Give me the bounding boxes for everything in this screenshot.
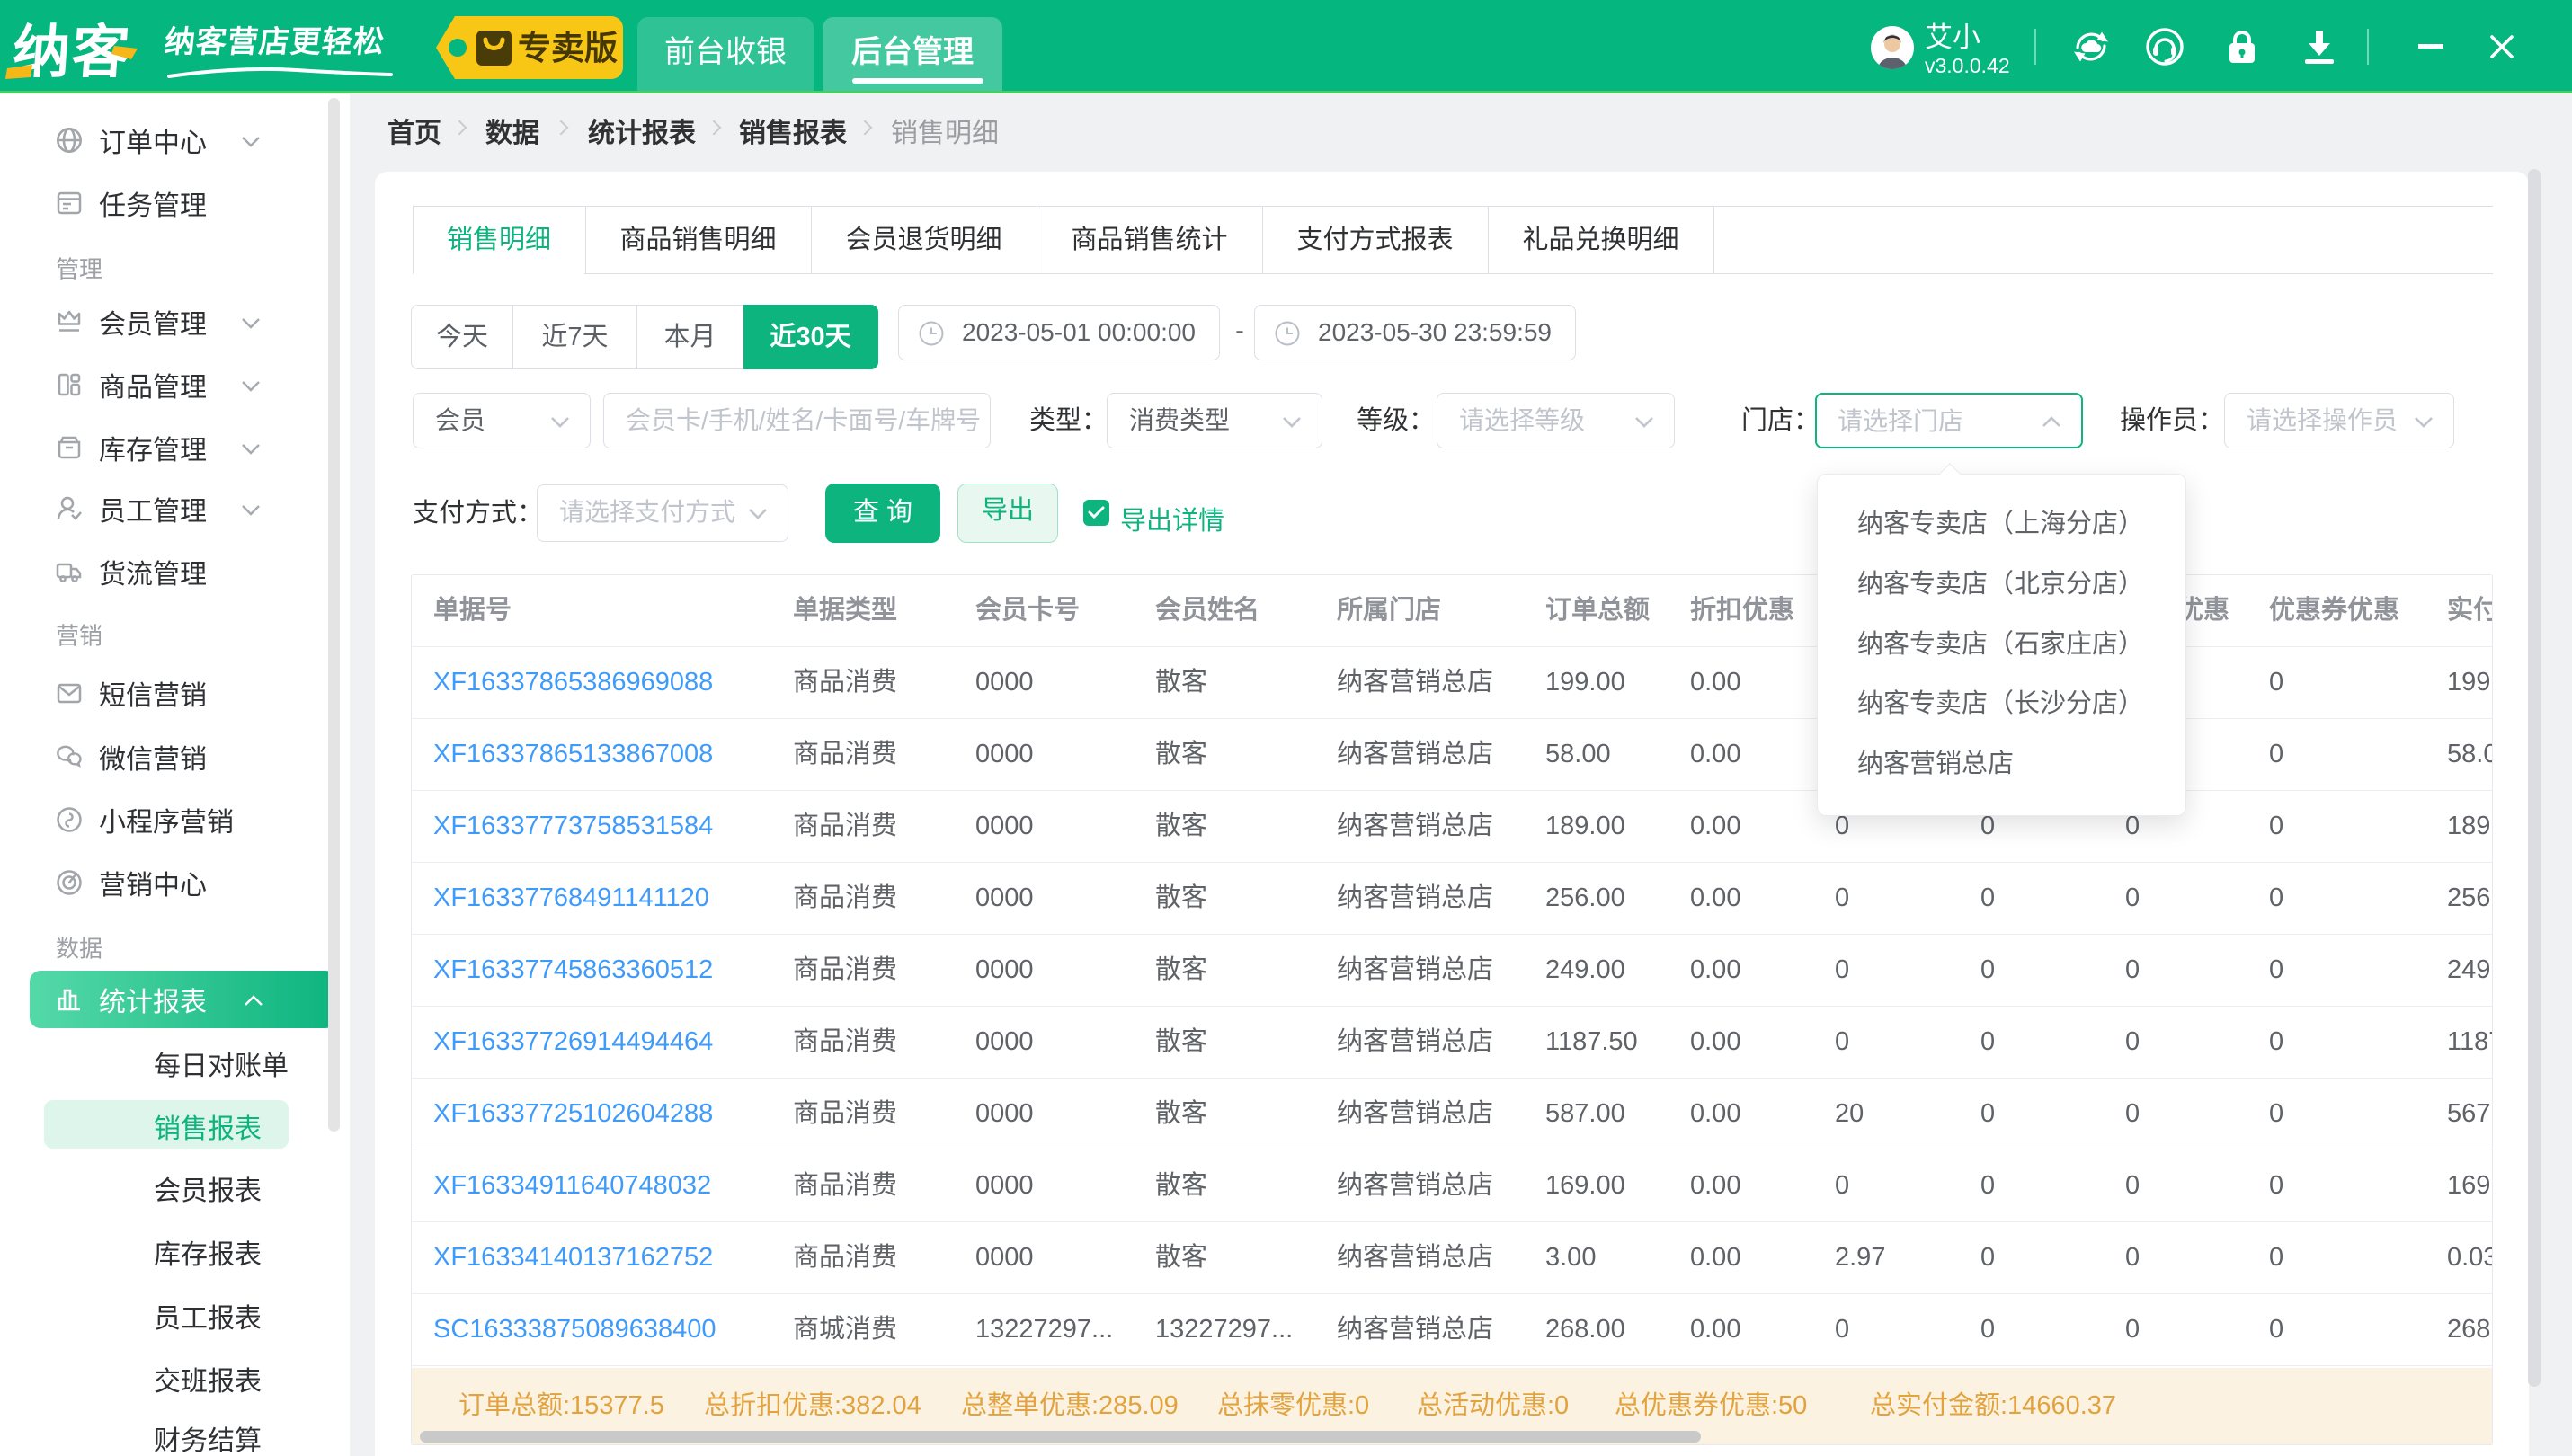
svg-text:专卖版: 专卖版 [518, 30, 618, 67]
